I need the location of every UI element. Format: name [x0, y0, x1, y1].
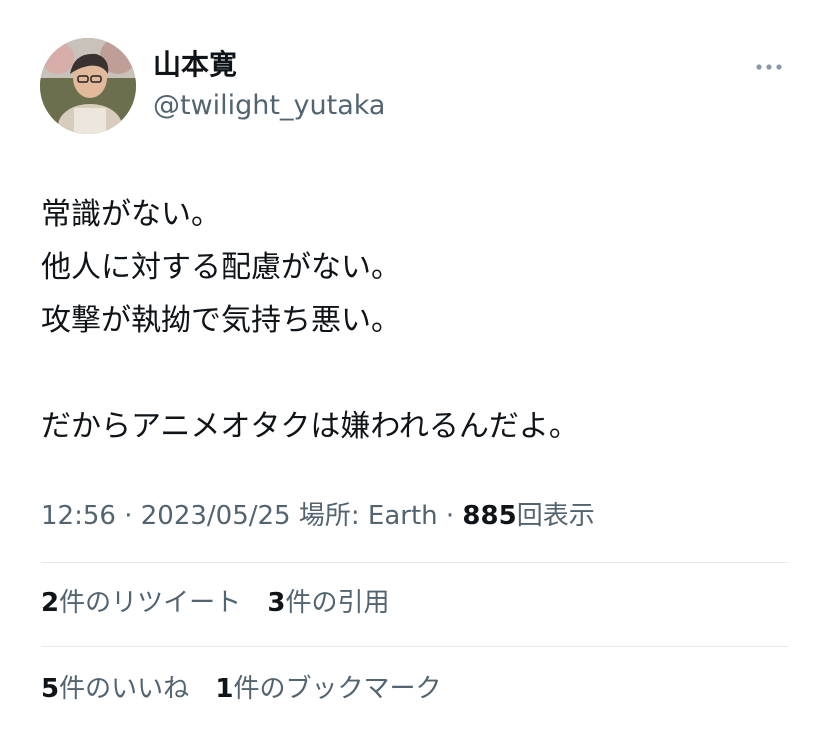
views-label: 回表示	[516, 501, 595, 531]
retweets-count: 2	[41, 588, 60, 618]
more-horizontal-icon	[756, 64, 782, 70]
avatar[interactable]	[40, 38, 136, 134]
tweet-text-line: 攻撃が執拗で気持ち悪い。	[41, 303, 401, 338]
location-label: 場所:	[290, 501, 368, 531]
quotes-count: 3	[267, 588, 286, 618]
tweet-text-line: 常識がない。	[41, 197, 221, 232]
likes-count: 5	[41, 674, 60, 704]
separator: ·	[115, 501, 141, 531]
tweet-date[interactable]: 2023/05/25	[141, 501, 291, 531]
bookmarks-stat[interactable]: 1件のブックマーク	[215, 672, 441, 706]
tweet-text-line	[41, 347, 801, 400]
tweet-text: 常識がない。 他人に対する配慮がない。 攻撃が執拗で気持ち悪い。 だからアニメオ…	[41, 188, 801, 453]
avatar-photo	[40, 38, 136, 134]
display-name[interactable]: 山本寛	[153, 48, 237, 82]
retweets-label: 件のリツイート	[59, 588, 242, 618]
tweet-card: 山本寛 @twilight_yutaka 常識がない。 他人に対する配慮がない。…	[0, 0, 828, 733]
bookmarks-count: 1	[215, 674, 234, 704]
separator: ·	[437, 501, 463, 531]
quotes-label: 件の引用	[285, 588, 390, 618]
tweet-text-line: 他人に対する配慮がない。	[41, 250, 401, 285]
bookmarks-label: 件のブックマーク	[233, 674, 442, 704]
location[interactable]: Earth	[368, 501, 438, 531]
tweet-metadata: 12:56 · 2023/05/25 場所: Earth · 885回表示	[41, 498, 595, 534]
divider	[41, 562, 788, 563]
tweet-time[interactable]: 12:56	[41, 501, 116, 531]
engagement-row-1: 2件のリツイート 3件の引用	[41, 586, 407, 620]
likes-stat[interactable]: 5件のいいね	[41, 672, 189, 706]
divider	[41, 646, 788, 647]
engagement-row-2: 5件のいいね 1件のブックマーク	[41, 672, 459, 706]
retweets-stat[interactable]: 2件のリツイート	[41, 586, 241, 620]
more-options-button[interactable]	[752, 54, 788, 80]
tweet-text-line: だからアニメオタクは嫌われるんだよ。	[41, 409, 579, 444]
views-count: 885	[462, 501, 517, 531]
likes-label: 件のいいね	[59, 674, 190, 704]
user-handle[interactable]: @twilight_yutaka	[153, 90, 385, 122]
quotes-stat[interactable]: 3件の引用	[267, 586, 389, 620]
